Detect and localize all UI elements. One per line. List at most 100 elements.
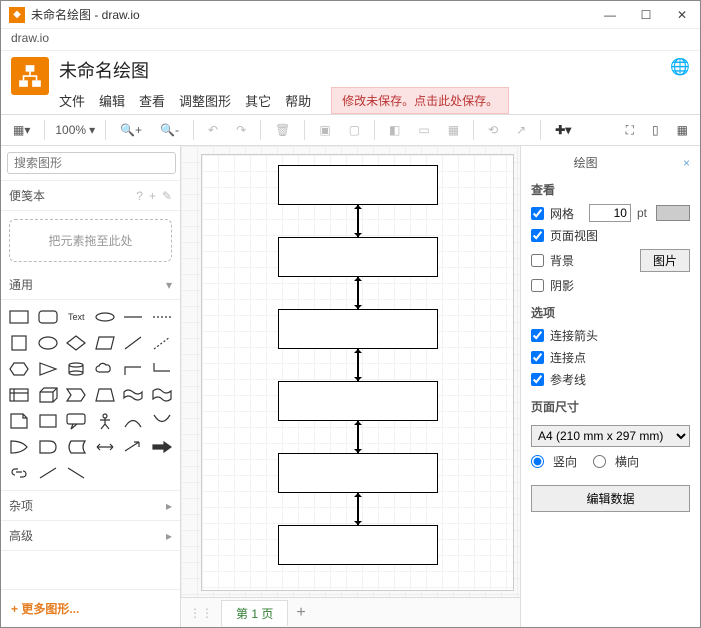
conn-arrows-checkbox[interactable] <box>531 329 544 342</box>
flow-connector[interactable] <box>357 349 359 381</box>
general-header[interactable]: 通用▾ <box>1 270 180 300</box>
menu-help[interactable]: 帮助 <box>285 91 311 110</box>
insert-button[interactable]: ✚▾ <box>551 121 575 139</box>
redo-icon[interactable]: ↷ <box>232 121 250 139</box>
shape-arrow-bi[interactable] <box>93 436 118 458</box>
misc-header[interactable]: 杂项▸ <box>1 491 180 521</box>
panel-close-icon[interactable]: × <box>683 156 690 170</box>
document-title[interactable]: 未命名绘图 <box>59 57 660 83</box>
shape-step[interactable] <box>64 384 89 406</box>
shape-tape[interactable] <box>121 384 146 406</box>
guides-checkbox[interactable] <box>531 373 544 386</box>
shadow-icon[interactable]: ▦ <box>444 121 463 139</box>
shape-arrow-thick[interactable] <box>150 436 175 458</box>
menu-view[interactable]: 查看 <box>139 91 165 110</box>
shape-dashline[interactable] <box>150 306 175 328</box>
delete-icon[interactable]: 🗑 <box>271 121 294 139</box>
zoom-in-icon[interactable]: 🔍+ <box>116 121 146 139</box>
shape-wave[interactable] <box>150 384 175 406</box>
chevron-down-icon[interactable]: ▾ <box>89 123 95 137</box>
shape-hexagon[interactable] <box>7 358 32 380</box>
shape-callout[interactable] <box>64 410 89 432</box>
shape-triangle[interactable] <box>36 358 61 380</box>
shape-parallelogram[interactable] <box>93 332 118 354</box>
to-front-icon[interactable]: ▣ <box>315 121 334 139</box>
shape-arrow[interactable] <box>121 436 146 458</box>
zoom-level[interactable]: 100% <box>55 123 86 137</box>
shape-line4[interactable] <box>64 462 89 484</box>
page-size-select[interactable]: A4 (210 mm x 297 mm) <box>531 425 690 447</box>
shape-line-h[interactable] <box>121 306 146 328</box>
shape-diamond[interactable] <box>64 332 89 354</box>
shape-cube[interactable] <box>36 384 61 406</box>
shape-cloud[interactable] <box>93 358 118 380</box>
language-icon[interactable]: 🌐 <box>670 57 690 77</box>
window-minimize[interactable]: — <box>600 8 620 22</box>
advanced-header[interactable]: 高级▸ <box>1 521 180 551</box>
shape-elbow[interactable] <box>121 358 146 380</box>
shape-link[interactable] <box>7 462 32 484</box>
grid-checkbox[interactable] <box>531 207 544 220</box>
grid-size-input[interactable] <box>589 204 631 222</box>
shape-dashline-diag[interactable] <box>150 332 175 354</box>
shape-internal-storage[interactable] <box>7 384 32 406</box>
background-checkbox[interactable] <box>531 254 544 267</box>
waypoint-icon[interactable]: ↗ <box>512 121 530 139</box>
flow-node[interactable] <box>278 165 438 205</box>
zoom-out-icon[interactable]: 🔍- <box>156 121 183 139</box>
shadow-checkbox[interactable] <box>531 279 544 292</box>
menu-other[interactable]: 其它 <box>245 91 271 110</box>
flow-connector[interactable] <box>357 493 359 525</box>
flow-node[interactable] <box>278 453 438 493</box>
save-warning[interactable]: 修改未保存。点击此处保存。 <box>331 87 509 114</box>
shape-rounded[interactable] <box>36 306 61 328</box>
edit-data-button[interactable]: 编辑数据 <box>531 485 690 512</box>
shape-cylinder[interactable] <box>64 358 89 380</box>
shape-ellipse[interactable] <box>36 332 61 354</box>
canvas[interactable] <box>181 146 520 597</box>
shape-datastore[interactable] <box>64 436 89 458</box>
shape-rect[interactable] <box>7 306 32 328</box>
fill-color-icon[interactable]: ◧ <box>385 121 404 139</box>
image-button[interactable]: 图片 <box>640 249 690 272</box>
format-panel-icon[interactable]: ▯ <box>648 121 663 139</box>
portrait-radio[interactable] <box>531 455 544 468</box>
shape-square[interactable] <box>7 332 32 354</box>
shape-curve2[interactable] <box>150 410 175 432</box>
scratchpad-header[interactable]: 便笺本 ?+✎ <box>1 181 180 211</box>
shape-and[interactable] <box>36 436 61 458</box>
menu-adjust[interactable]: 调整图形 <box>179 91 231 110</box>
conn-points-checkbox[interactable] <box>531 351 544 364</box>
shape-elbow2[interactable] <box>150 358 175 380</box>
page-paper[interactable] <box>201 154 514 591</box>
tab-drag-handle[interactable]: ⋮⋮ <box>189 606 213 620</box>
flow-node[interactable] <box>278 237 438 277</box>
search-input[interactable] <box>7 152 176 174</box>
pageview-checkbox[interactable] <box>531 229 544 242</box>
scratchpad-help-icon[interactable]: ? <box>136 189 143 203</box>
outline-icon[interactable]: ▦ <box>673 121 692 139</box>
flow-connector[interactable] <box>357 277 359 309</box>
to-back-icon[interactable]: ▢ <box>345 121 364 139</box>
undo-icon[interactable]: ↶ <box>204 121 222 139</box>
menu-edit[interactable]: 编辑 <box>99 91 125 110</box>
scratchpad-edit-icon[interactable]: ✎ <box>162 189 172 203</box>
shape-or[interactable] <box>7 436 32 458</box>
shape-actor[interactable] <box>93 410 118 432</box>
flow-connector[interactable] <box>357 421 359 453</box>
grid-color-swatch[interactable] <box>656 205 690 221</box>
flow-connector[interactable] <box>357 205 359 237</box>
shape-trapezoid[interactable] <box>93 384 118 406</box>
shape-line-diag[interactable] <box>121 332 146 354</box>
more-shapes-button[interactable]: + 更多图形... <box>1 589 180 627</box>
tab-page-1[interactable]: 第 1 页 <box>221 600 288 626</box>
menu-file[interactable]: 文件 <box>59 91 85 110</box>
scratchpad-dropzone[interactable]: 把元素拖至此处 <box>9 219 172 262</box>
window-maximize[interactable]: ☐ <box>636 8 656 22</box>
shape-line3[interactable] <box>36 462 61 484</box>
flow-node[interactable] <box>278 381 438 421</box>
connection-icon[interactable]: ⟲ <box>484 121 502 139</box>
shape-note[interactable] <box>7 410 32 432</box>
shape-card[interactable] <box>36 410 61 432</box>
shape-curve[interactable] <box>121 410 146 432</box>
